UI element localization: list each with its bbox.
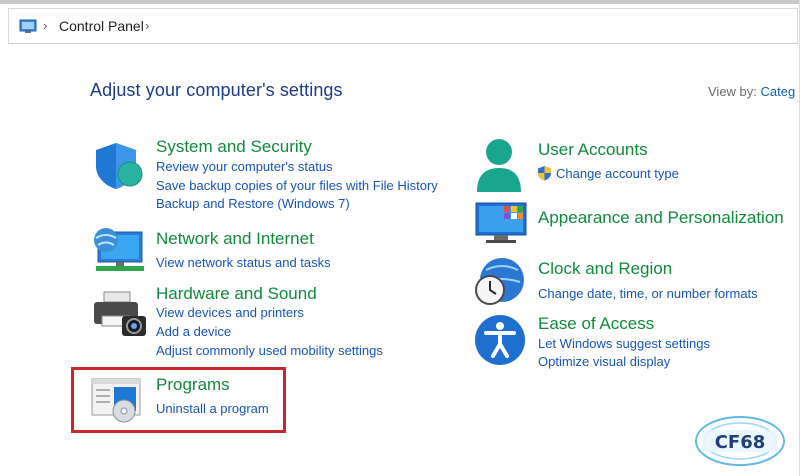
accessibility-icon[interactable] xyxy=(474,314,526,366)
watermark-brand-text: CF68 xyxy=(715,432,766,453)
category-system-and-security[interactable]: System and Security xyxy=(156,137,312,157)
view-by-dropdown[interactable]: Categ xyxy=(761,84,796,99)
chevron-right-icon[interactable]: › xyxy=(43,18,47,33)
shield-icon[interactable] xyxy=(92,140,144,192)
link-optimize-display[interactable]: Optimize visual display xyxy=(538,354,670,369)
chevron-right-icon[interactable]: › xyxy=(145,18,149,33)
uac-shield-icon xyxy=(538,166,551,181)
category-hardware-and-sound[interactable]: Hardware and Sound xyxy=(156,284,317,304)
category-user-accounts[interactable]: User Accounts xyxy=(538,140,648,160)
user-icon[interactable] xyxy=(474,136,524,194)
network-icon[interactable] xyxy=(92,226,146,276)
link-review-status[interactable]: Review your computer's status xyxy=(156,159,333,174)
monitor-palette-icon[interactable] xyxy=(474,200,528,246)
printer-icon[interactable] xyxy=(92,290,148,340)
link-file-history[interactable]: Save backup copies of your files with Fi… xyxy=(156,178,438,193)
link-add-device[interactable]: Add a device xyxy=(156,324,231,339)
category-ease-of-access[interactable]: Ease of Access xyxy=(538,314,654,334)
view-by: View by: Categ xyxy=(708,84,795,99)
link-backup-restore[interactable]: Backup and Restore (Windows 7) xyxy=(156,196,350,211)
control-panel-icon xyxy=(19,19,37,33)
link-network-status[interactable]: View network status and tasks xyxy=(156,255,331,270)
link-mobility-settings[interactable]: Adjust commonly used mobility settings xyxy=(156,343,383,358)
link-date-time-formats[interactable]: Change date, time, or number formats xyxy=(538,286,758,301)
category-network-and-internet[interactable]: Network and Internet xyxy=(156,229,314,249)
brand-watermark-logo: CF68 xyxy=(695,416,785,466)
category-appearance-and-personalization[interactable]: Appearance and Personalization xyxy=(538,208,784,228)
highlight-box xyxy=(71,367,286,433)
link-change-account-type[interactable]: Change account type xyxy=(556,166,679,181)
link-devices-printers[interactable]: View devices and printers xyxy=(156,305,304,320)
clock-globe-icon[interactable] xyxy=(472,256,528,308)
link-suggest-settings[interactable]: Let Windows suggest settings xyxy=(538,336,710,351)
address-bar[interactable]: › Control Panel › xyxy=(8,8,798,44)
category-clock-and-region[interactable]: Clock and Region xyxy=(538,259,672,279)
breadcrumb-control-panel[interactable]: Control Panel xyxy=(59,18,144,34)
page-title: Adjust your computer's settings xyxy=(90,80,343,100)
view-by-label: View by: xyxy=(708,84,757,99)
window-frame-top xyxy=(0,0,800,4)
